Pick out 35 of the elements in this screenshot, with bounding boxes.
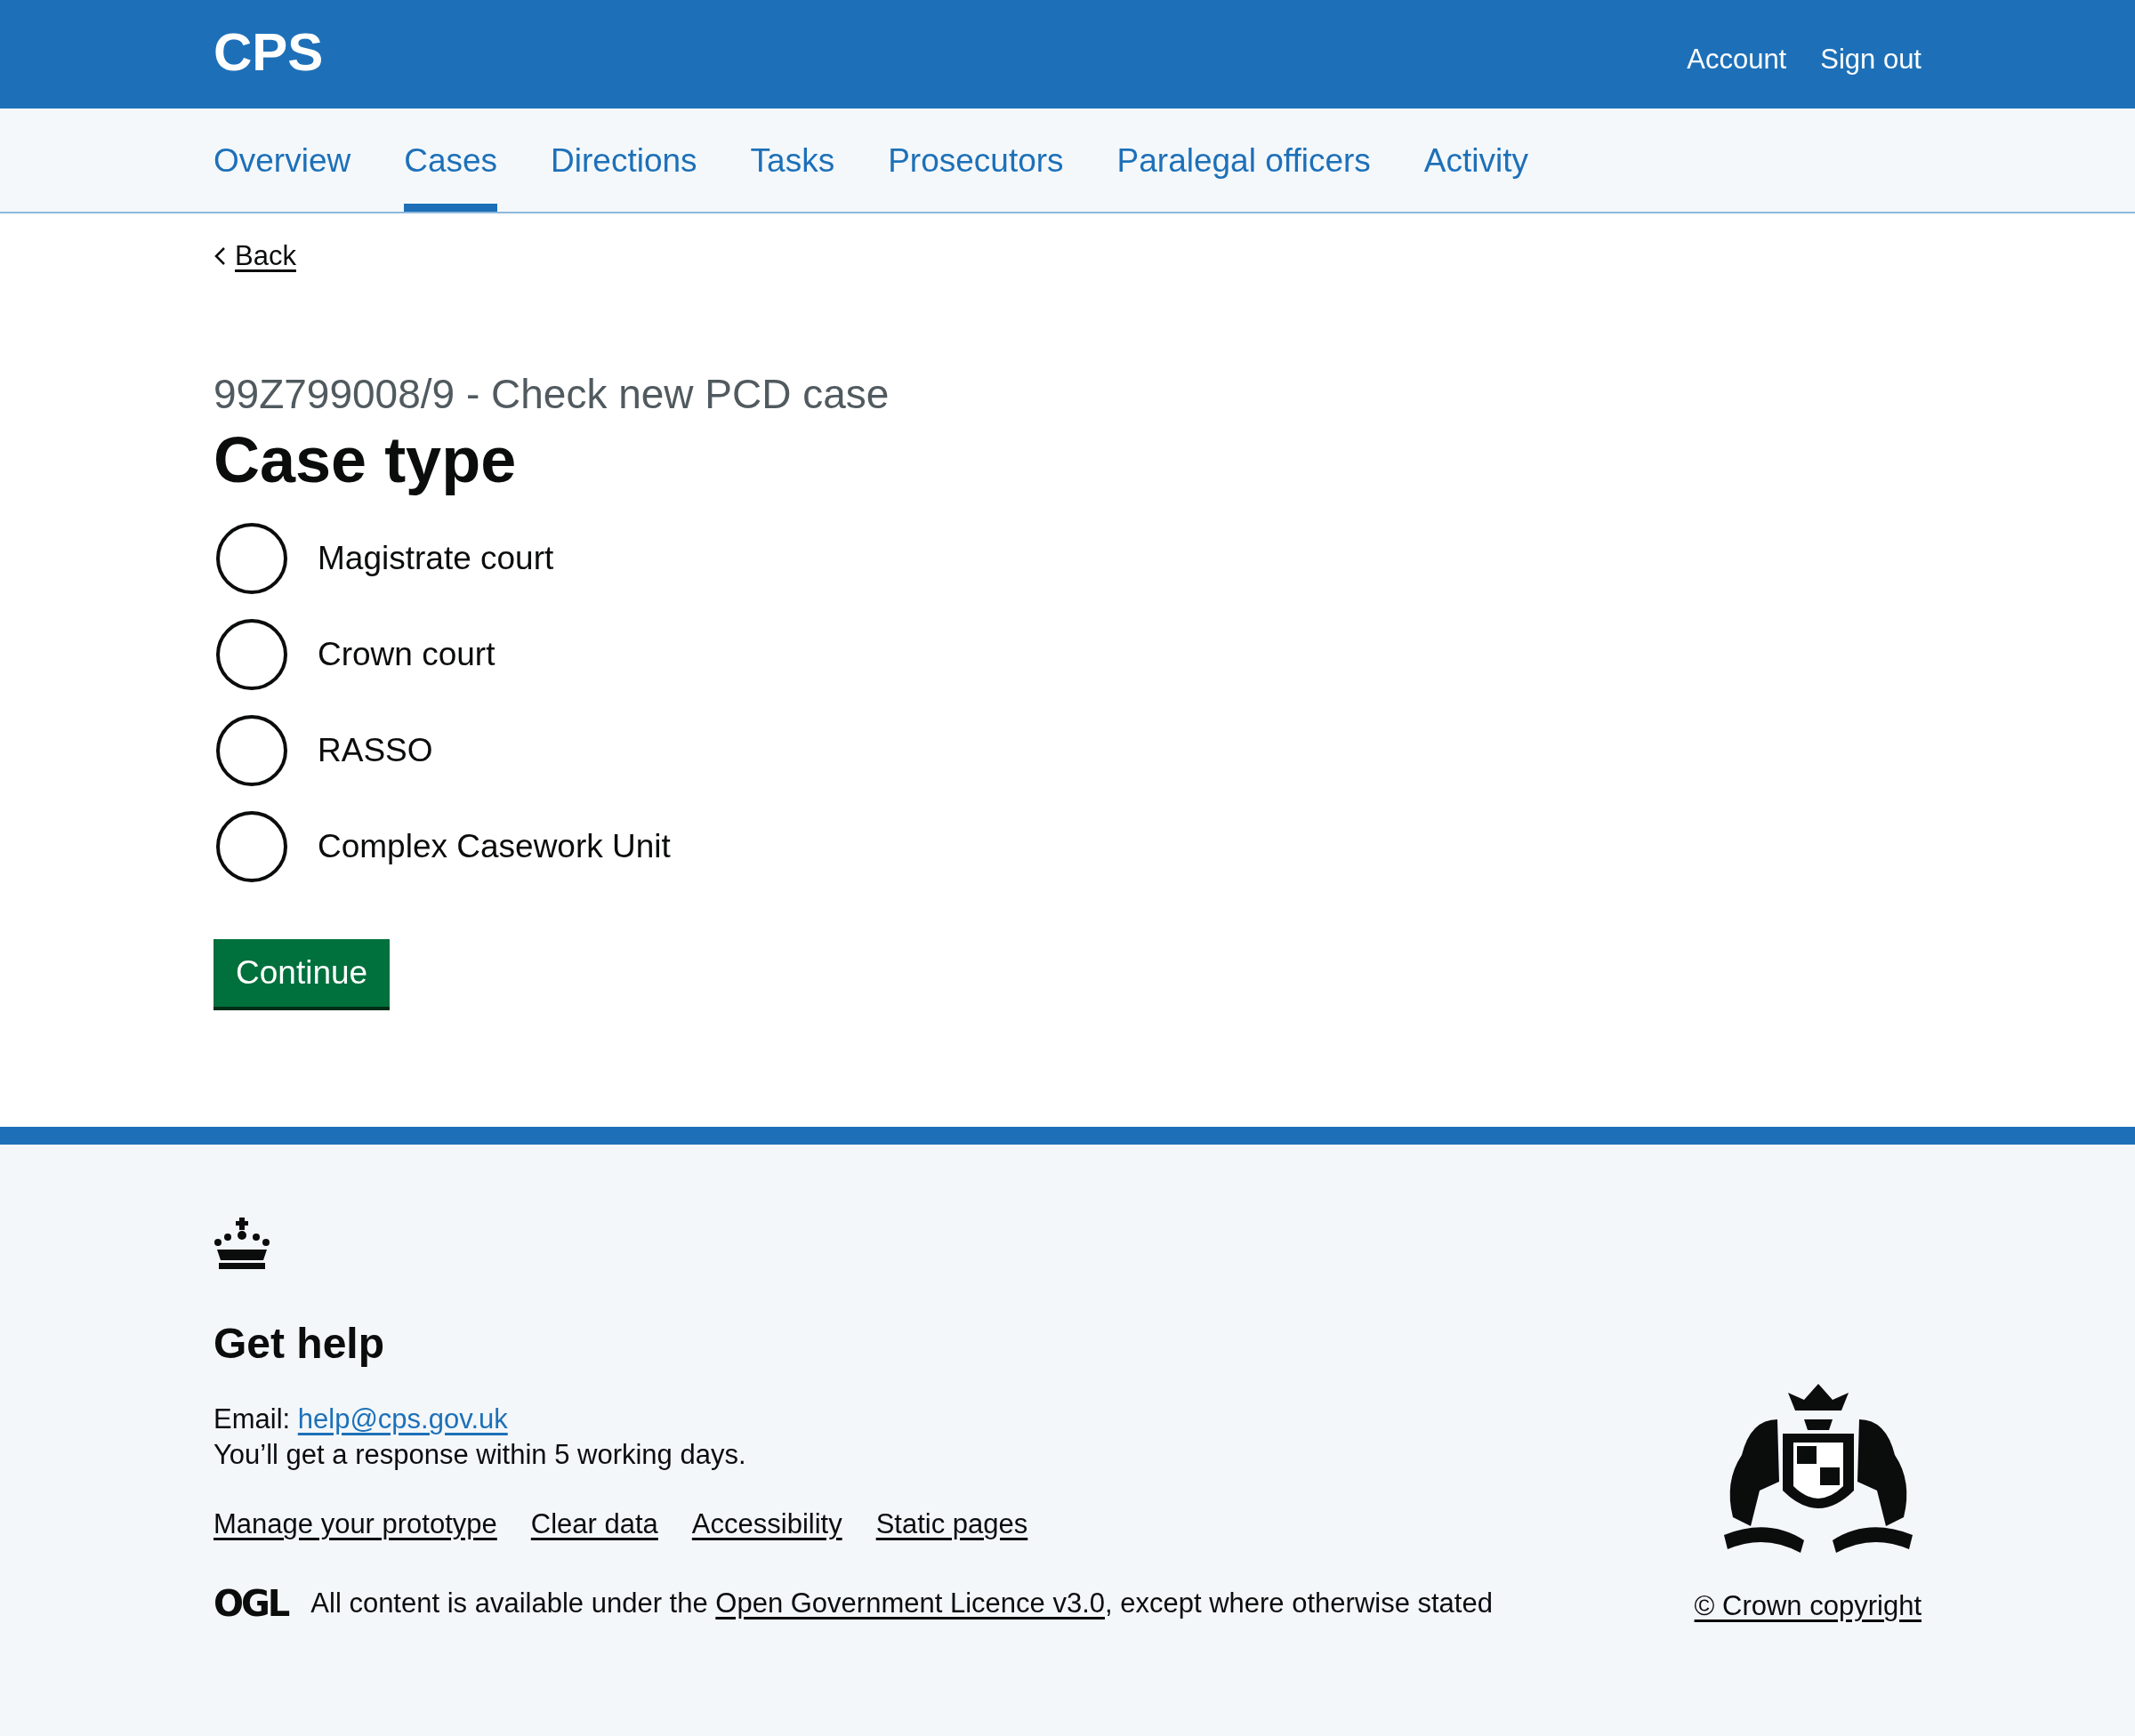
navigation-tab[interactable]: Prosecutors: [888, 108, 1064, 212]
licence-link[interactable]: Open Government Licence v3.0: [715, 1587, 1105, 1619]
footer-link[interactable]: Accessibility: [691, 1508, 842, 1540]
licence-logo: OGL: [214, 1583, 288, 1624]
crown-icon: [214, 1218, 270, 1269]
page-heading: Case type: [214, 423, 518, 496]
footer-link[interactable]: Clear data: [530, 1508, 658, 1540]
navigation-tab[interactable]: Directions: [551, 108, 697, 212]
email-link[interactable]: help@cps.gov.uk: [297, 1403, 508, 1435]
header-link[interactable]: Sign out: [1820, 44, 1922, 76]
radio-button[interactable]: [216, 619, 287, 690]
back-link[interactable]: Back: [214, 240, 296, 272]
radio-button[interactable]: [216, 811, 287, 882]
navigation-tab[interactable]: Cases: [404, 108, 498, 212]
page-caption: 99Z799008/9 - Check new PCD case: [214, 370, 890, 418]
navigation-tab[interactable]: Tasks: [750, 108, 835, 212]
navigation-tab[interactable]: Activity: [1423, 108, 1528, 212]
radio-button[interactable]: [216, 715, 287, 786]
navigation-tab[interactable]: Overview: [214, 108, 351, 212]
radio-label[interactable]: Complex Casework Unit: [318, 828, 671, 865]
footer-link[interactable]: Manage your prototype: [214, 1508, 497, 1540]
service-name-link[interactable]: CPS: [214, 20, 324, 83]
email-line: Email: help@cps.gov.uk: [214, 1402, 509, 1436]
radio-button[interactable]: [216, 523, 287, 594]
footer-heading: Get help: [214, 1319, 386, 1368]
licence-statement: All content is available under the Open Government Licence v3.0, except where otherwise stated: [310, 1587, 1493, 1620]
response-note: You’ll get a response within 5 working days.: [214, 1438, 747, 1472]
copyright-link[interactable]: © Crown copyright: [1694, 1590, 1922, 1621]
radio-label[interactable]: Magistrate court: [318, 540, 554, 577]
navigation-tab[interactable]: Paralegal officers: [1116, 108, 1371, 212]
radio-label[interactable]: Crown court: [318, 636, 495, 673]
chevron-left-icon: [214, 246, 226, 266]
header-link[interactable]: Account: [1687, 44, 1787, 76]
radio-label[interactable]: RASSO: [318, 732, 433, 769]
footer-link[interactable]: Static pages: [875, 1508, 1028, 1540]
